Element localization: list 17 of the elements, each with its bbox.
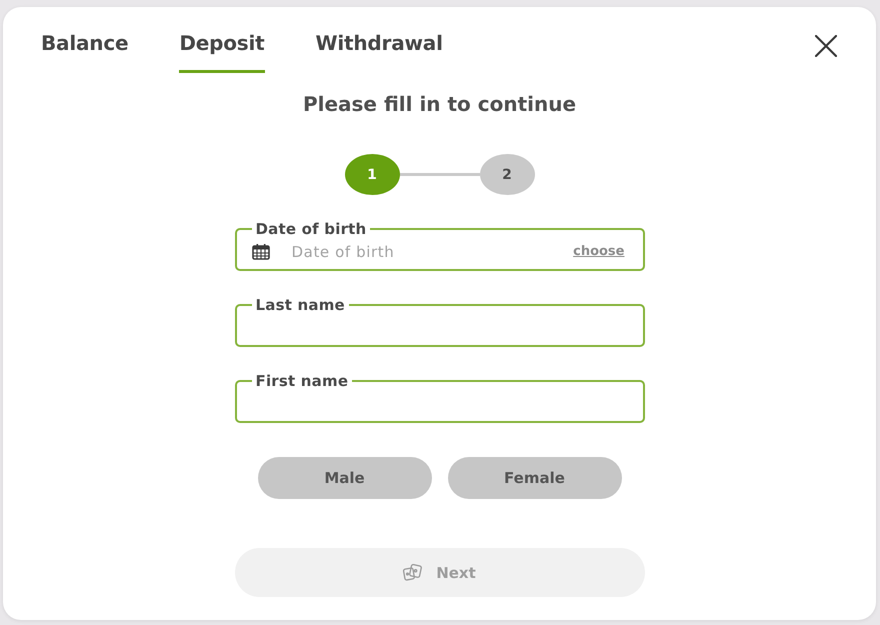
- field-label: First name: [254, 373, 350, 389]
- form-title: Please fill in to continue: [302, 92, 576, 116]
- calendar-icon: [252, 244, 270, 260]
- gender-option-button[interactable]: Male: [258, 457, 432, 499]
- cards-icon: [403, 564, 422, 581]
- tab[interactable]: Withdrawal: [316, 31, 443, 73]
- field-label: Date of birth: [254, 221, 368, 237]
- step-indicator: 2: [480, 154, 534, 195]
- field-label: Last name: [254, 297, 346, 313]
- close-icon[interactable]: [815, 35, 837, 57]
- step-indicator: 1: [344, 154, 400, 195]
- date-input-field[interactable]: Date of birth Date of birth choose: [234, 221, 644, 271]
- gender-option-button[interactable]: Female: [448, 457, 622, 499]
- text-input-field[interactable]: First name: [234, 373, 644, 423]
- text-input-field[interactable]: Last name: [234, 297, 644, 347]
- tab[interactable]: Deposit: [179, 31, 265, 73]
- tab[interactable]: Balance: [41, 31, 128, 73]
